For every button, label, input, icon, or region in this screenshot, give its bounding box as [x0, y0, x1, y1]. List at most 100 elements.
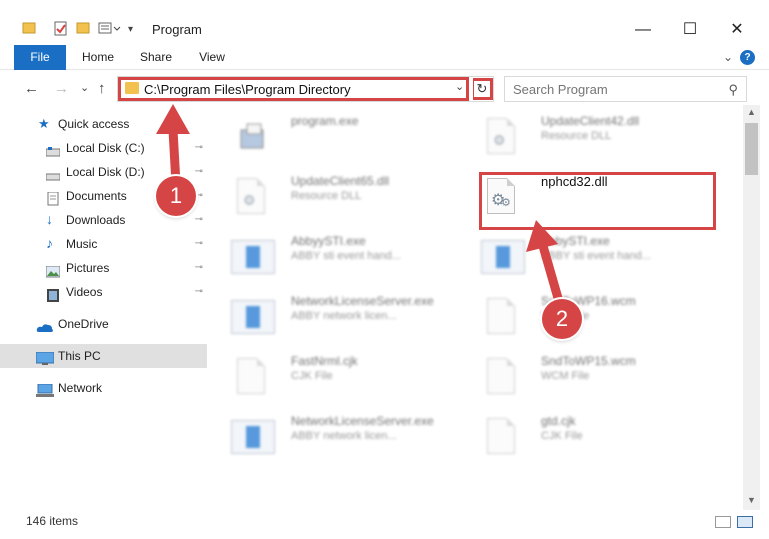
drive-icon — [45, 142, 61, 157]
exe-icon — [231, 296, 275, 338]
exe-icon — [231, 416, 275, 458]
music-icon: ♪ — [46, 235, 53, 251]
drive-icon — [45, 166, 61, 181]
large-icons-view-icon[interactable] — [737, 516, 753, 528]
file-type: ABBY network licen... — [291, 430, 397, 442]
sidebar-item-videos[interactable]: Videos ⊸ — [0, 280, 207, 304]
pin-icon[interactable]: ⊸ — [195, 136, 203, 160]
sidebar-item-label: Videos — [66, 285, 103, 299]
back-button[interactable]: ← — [24, 80, 39, 97]
new-folder-icon[interactable] — [76, 21, 90, 35]
up-button[interactable]: ↑ — [98, 80, 106, 97]
list-item[interactable]: SndToWP15.wcm WCM File — [467, 350, 707, 402]
sidebar-item-local-disk-c[interactable]: Local Disk (C:) ⊸ — [0, 136, 207, 160]
file-name: UpdateClient65.dll — [291, 174, 390, 188]
file-name: FastNrml.cjk — [291, 354, 358, 368]
address-path[interactable]: C:\Program Files\Program Directory — [144, 82, 351, 97]
list-item[interactable]: AbbySTI.exe ABBY sti event hand... — [467, 230, 707, 282]
sidebar-item-label: Network — [58, 381, 103, 395]
ribbon-expand-icon[interactable]: ⌄ — [720, 45, 736, 70]
ribbon: File Home Share View ⌄ ? — [0, 45, 769, 70]
sidebar-item-label: This PC — [58, 349, 101, 363]
refresh-button[interactable]: ↻ — [473, 78, 493, 100]
pin-icon[interactable]: ⊸ — [195, 208, 203, 232]
tab-file[interactable]: File — [14, 45, 66, 70]
sidebar-item-label: Local Disk (D:) — [66, 165, 145, 179]
address-dropdown-icon[interactable]: ⌄ — [455, 80, 464, 93]
sidebar-item-pictures[interactable]: Pictures ⊸ — [0, 256, 207, 280]
folder-icon — [22, 21, 36, 35]
step-1-badge: 1 — [156, 176, 196, 216]
customize-toolbar-icon[interactable] — [98, 21, 124, 35]
sidebar-item-quick-access[interactable]: ★ Quick access — [0, 112, 207, 136]
file-name: AbbySTI.exe — [541, 234, 610, 248]
window-title: Program — [152, 22, 202, 37]
onedrive-icon — [36, 318, 53, 332]
sidebar-item-label: Quick access — [58, 117, 130, 131]
file-type: ABBY network licen... — [291, 310, 397, 322]
file-type: Resource DLL — [291, 190, 362, 202]
list-item[interactable]: SndToWP16.wcm WCM File — [467, 290, 707, 342]
file-icon — [481, 416, 521, 458]
list-item[interactable]: program.exe — [217, 110, 457, 162]
file-icon — [231, 356, 271, 398]
file-list: program.exe ⚙ UpdateClient42.dll Resourc… — [217, 108, 741, 498]
recent-locations-button[interactable]: ⌄ — [80, 81, 89, 94]
pin-icon[interactable]: ⊸ — [195, 232, 203, 256]
sidebar-item-label: Downloads — [66, 213, 126, 227]
downloads-icon: ↓ — [46, 211, 53, 227]
sidebar-item-label: Local Disk (C:) — [66, 141, 145, 155]
list-item[interactable]: gtd.cjk CJK File — [467, 410, 707, 462]
list-item[interactable]: NetworkLicenseServer.exe ABBY network li… — [217, 410, 457, 462]
minimize-button[interactable]: — — [620, 15, 666, 45]
dll-icon: ⚙ — [481, 116, 521, 158]
address-bar[interactable]: C:\Program Files\Program Directory ⌄ ↻ — [117, 76, 494, 102]
pin-icon[interactable]: ⊸ — [195, 160, 203, 184]
list-item[interactable]: FastNrml.cjk CJK File — [217, 350, 457, 402]
file-name: program.exe — [291, 114, 359, 128]
sidebar-item-label: OneDrive — [58, 317, 109, 331]
help-icon[interactable]: ? — [740, 50, 755, 65]
tab-home[interactable]: Home — [76, 45, 120, 70]
videos-icon — [46, 286, 60, 302]
scrollbar-thumb[interactable] — [745, 123, 758, 175]
file-type: ABBY sti event hand... — [541, 250, 651, 262]
maximize-button[interactable]: ☐ — [667, 15, 713, 45]
sidebar-item-music[interactable]: ♪ Music ⊸ — [0, 232, 207, 256]
file-type: ABBY sti event hand... — [291, 250, 401, 262]
search-box[interactable]: ⚲ — [504, 76, 747, 102]
list-item[interactable]: ⚙ UpdateClient65.dll Resource DLL — [217, 170, 457, 222]
file-name: gtd.cjk — [541, 414, 576, 428]
target-file-highlight-box — [479, 172, 716, 230]
pictures-icon — [45, 262, 61, 278]
network-icon — [36, 382, 54, 397]
close-button[interactable]: ✕ — [714, 15, 760, 45]
sidebar-item-network[interactable]: Network — [0, 376, 207, 400]
list-item[interactable]: ⚙ UpdateClient42.dll Resource DLL — [467, 110, 707, 162]
file-name: NetworkLicenseServer.exe — [291, 414, 434, 428]
vertical-scrollbar[interactable]: ▲ ▼ — [743, 105, 760, 510]
list-item[interactable]: NetworkLicenseServer.exe ABBY network li… — [217, 290, 457, 342]
sidebar-item-onedrive[interactable]: OneDrive — [0, 312, 207, 336]
tab-share[interactable]: Share — [134, 45, 178, 70]
list-item[interactable]: AbbyySTI.exe ABBY sti event hand... — [217, 230, 457, 282]
search-input[interactable] — [513, 80, 713, 98]
status-bar: 146 items — [0, 510, 769, 539]
pc-icon — [35, 350, 55, 365]
scroll-down-icon[interactable]: ▼ — [747, 495, 756, 505]
pin-icon[interactable]: ⊸ — [195, 280, 203, 304]
file-name: NetworkLicenseServer.exe — [291, 294, 434, 308]
tab-view[interactable]: View — [192, 45, 232, 70]
search-icon[interactable]: ⚲ — [728, 82, 738, 98]
properties-icon[interactable] — [54, 21, 68, 36]
title-bar: ▾ Program — ☐ ✕ — [0, 0, 769, 40]
star-icon: ★ — [38, 116, 50, 131]
forward-button[interactable]: → — [54, 80, 69, 97]
details-view-icon[interactable] — [715, 516, 731, 528]
quick-access-dropdown-icon[interactable]: ▾ — [128, 24, 133, 42]
step-2-badge: 2 — [542, 299, 582, 339]
pin-icon[interactable]: ⊸ — [195, 256, 203, 280]
sidebar-item-this-pc[interactable]: This PC — [0, 344, 207, 368]
file-icon — [481, 356, 521, 398]
scroll-up-icon[interactable]: ▲ — [747, 107, 756, 117]
